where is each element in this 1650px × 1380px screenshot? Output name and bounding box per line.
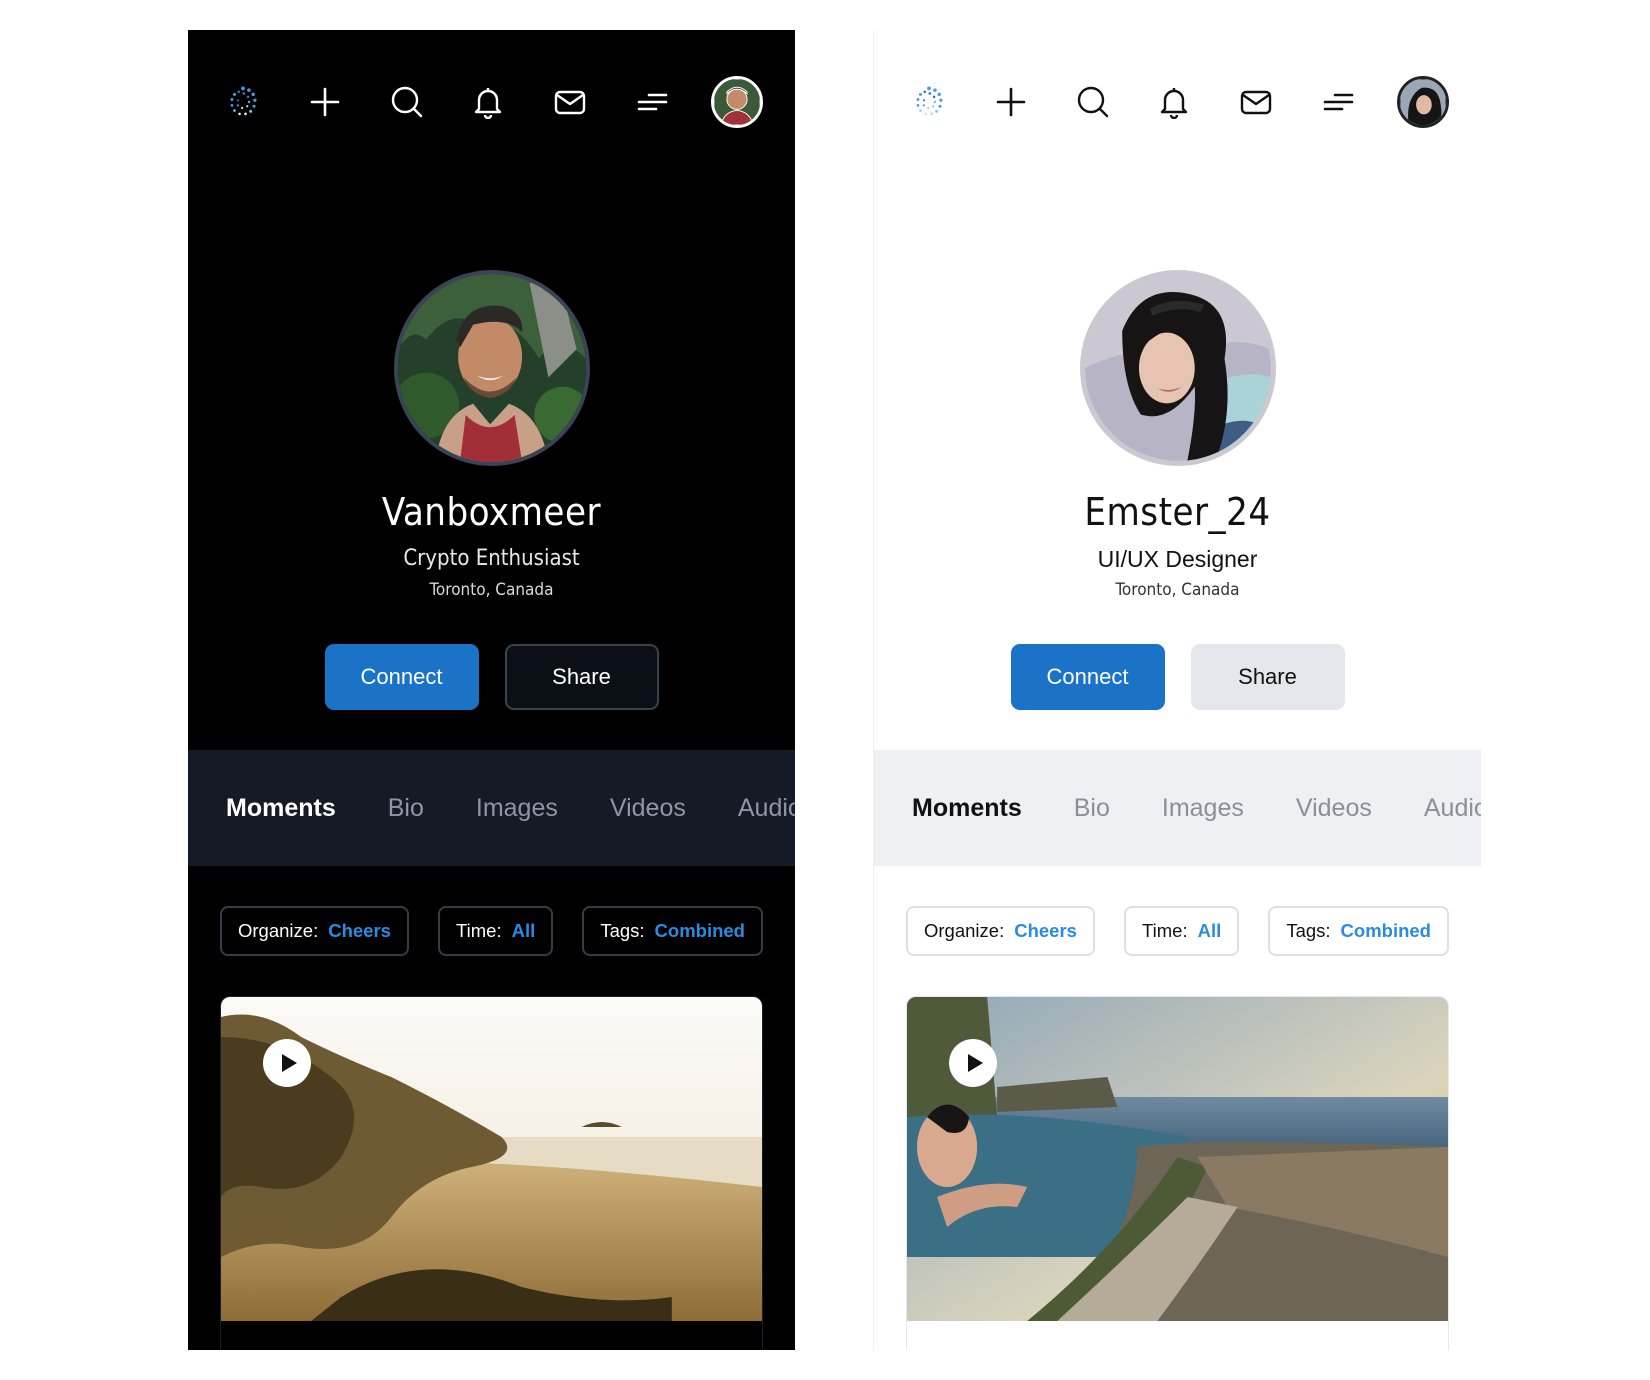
filter-value: Combined bbox=[654, 920, 745, 941]
share-button[interactable]: Share bbox=[1190, 644, 1345, 710]
top-nav-bar bbox=[220, 74, 763, 130]
bell-icon[interactable] bbox=[465, 79, 511, 125]
profile-location: Toronto, Canada bbox=[429, 580, 554, 600]
top-nav-bar bbox=[906, 74, 1449, 130]
action-buttons: Connect Share bbox=[874, 644, 1481, 710]
mail-icon[interactable] bbox=[547, 79, 593, 125]
search-icon[interactable] bbox=[1070, 79, 1116, 125]
tab-videos[interactable]: Videos bbox=[610, 794, 686, 823]
mail-icon[interactable] bbox=[1233, 79, 1279, 125]
profile-photo bbox=[1079, 270, 1276, 466]
menu-icon[interactable] bbox=[1315, 79, 1361, 125]
play-icon bbox=[968, 1054, 983, 1072]
logo-swirl-icon[interactable] bbox=[906, 79, 952, 125]
tab-images[interactable]: Images bbox=[476, 794, 558, 823]
play-button[interactable] bbox=[263, 1039, 311, 1087]
filter-value: All bbox=[1197, 920, 1222, 941]
filter-value: Cheers bbox=[328, 920, 391, 941]
filter-time[interactable]: Time: All bbox=[1124, 906, 1240, 956]
user-avatar[interactable] bbox=[710, 76, 763, 128]
tab-audio[interactable]: Audio bbox=[1424, 794, 1481, 823]
tab-videos[interactable]: Videos bbox=[1296, 794, 1372, 823]
filter-tags[interactable]: Tags: Combined bbox=[582, 906, 763, 956]
tab-moments[interactable]: Moments bbox=[912, 794, 1022, 823]
share-button[interactable]: Share bbox=[504, 644, 659, 710]
tab-bio[interactable]: Bio bbox=[1074, 794, 1110, 823]
play-icon bbox=[282, 1054, 297, 1072]
profile-photo bbox=[393, 270, 590, 466]
profile-screen-light: Emster_24 UI/UX Designer Toronto, Canada… bbox=[873, 30, 1481, 1350]
moment-card[interactable] bbox=[220, 996, 763, 1350]
menu-icon[interactable] bbox=[629, 79, 675, 125]
profile-tabs: Moments Bio Images Videos Audio bbox=[874, 750, 1481, 866]
filter-value: Combined bbox=[1340, 920, 1431, 941]
filter-organize[interactable]: Organize: Cheers bbox=[906, 906, 1095, 956]
connect-button[interactable]: Connect bbox=[324, 644, 479, 710]
filter-label: Time: bbox=[1142, 920, 1188, 941]
filter-label: Organize: bbox=[924, 920, 1005, 941]
tab-audio[interactable]: Audio bbox=[738, 794, 795, 823]
tab-moments[interactable]: Moments bbox=[226, 794, 336, 823]
filter-tags[interactable]: Tags: Combined bbox=[1268, 906, 1449, 956]
action-buttons: Connect Share bbox=[188, 644, 795, 710]
profile-username: Emster_24 bbox=[1084, 490, 1271, 534]
bell-icon[interactable] bbox=[1151, 79, 1197, 125]
tab-images[interactable]: Images bbox=[1162, 794, 1244, 823]
user-avatar[interactable] bbox=[1396, 76, 1449, 128]
filter-value: All bbox=[511, 920, 536, 941]
profile-tabs: Moments Bio Images Videos Audio bbox=[188, 750, 795, 866]
plus-icon[interactable] bbox=[988, 79, 1034, 125]
play-button[interactable] bbox=[949, 1039, 997, 1087]
filter-label: Tags: bbox=[600, 920, 645, 941]
filter-time[interactable]: Time: All bbox=[438, 906, 554, 956]
profile-screen-dark: Vanboxmeer Crypto Enthusiast Toronto, Ca… bbox=[188, 30, 795, 1350]
logo-swirl-icon[interactable] bbox=[220, 79, 266, 125]
filter-value: Cheers bbox=[1014, 920, 1077, 941]
filter-label: Organize: bbox=[238, 920, 319, 941]
plus-icon[interactable] bbox=[302, 79, 348, 125]
tab-bio[interactable]: Bio bbox=[388, 794, 424, 823]
profile-role: UI/UX Designer bbox=[1097, 546, 1258, 572]
profile-location: Toronto, Canada bbox=[1115, 580, 1240, 600]
filter-label: Time: bbox=[456, 920, 502, 941]
moment-card[interactable] bbox=[906, 996, 1449, 1350]
connect-button[interactable]: Connect bbox=[1010, 644, 1165, 710]
search-icon[interactable] bbox=[384, 79, 430, 125]
filter-bar: Organize: Cheers Time: All Tags: Combine… bbox=[220, 906, 763, 956]
filter-bar: Organize: Cheers Time: All Tags: Combine… bbox=[906, 906, 1449, 956]
profile-username: Vanboxmeer bbox=[381, 490, 602, 534]
filter-label: Tags: bbox=[1286, 920, 1331, 941]
profile-role: Crypto Enthusiast bbox=[403, 546, 580, 571]
filter-organize[interactable]: Organize: Cheers bbox=[220, 906, 409, 956]
